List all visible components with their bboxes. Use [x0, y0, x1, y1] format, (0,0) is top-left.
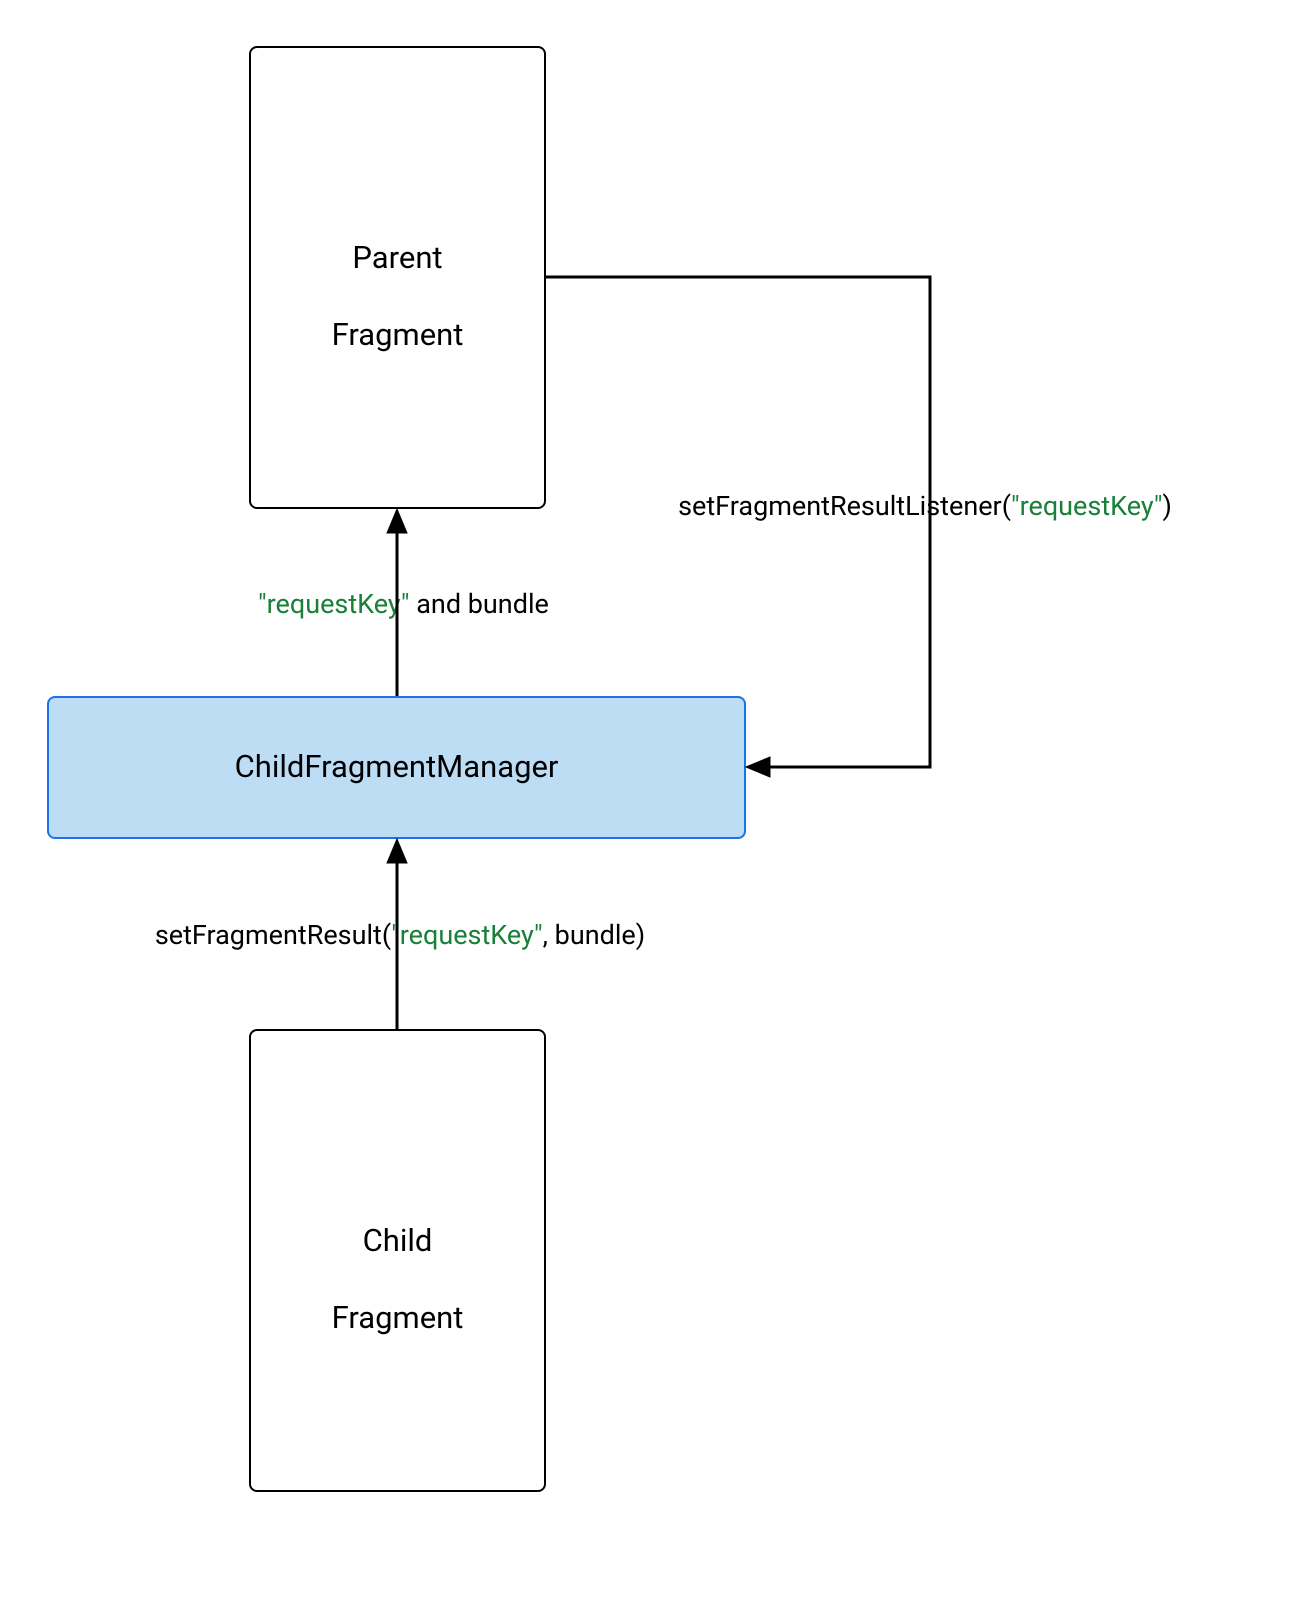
- parent-fragment-label: Parent Fragment: [332, 200, 464, 355]
- arrowhead-parent-to-manager: [746, 757, 770, 777]
- arrowhead-manager-to-parent: [387, 509, 407, 533]
- child-fragment-manager-box: ChildFragmentManager: [47, 696, 746, 839]
- child-fragment-label: Child Fragment: [332, 1183, 464, 1338]
- listener-edge-label: setFragmentResultListener("requestKey"): [575, 490, 1275, 522]
- diagram-canvas: Parent Fragment ChildFragmentManager Chi…: [0, 0, 1313, 1600]
- arrowhead-child-to-manager: [387, 839, 407, 863]
- set-result-edge-label: setFragmentResult("requestKey", bundle): [135, 919, 665, 951]
- edge-parent-to-manager: [546, 277, 930, 767]
- child-fragment-manager-label: ChildFragmentManager: [235, 748, 559, 787]
- parent-fragment-box: Parent Fragment: [249, 46, 546, 509]
- bundle-up-edge-label: "requestKey" and bundle: [258, 588, 578, 620]
- child-fragment-box: Child Fragment: [249, 1029, 546, 1492]
